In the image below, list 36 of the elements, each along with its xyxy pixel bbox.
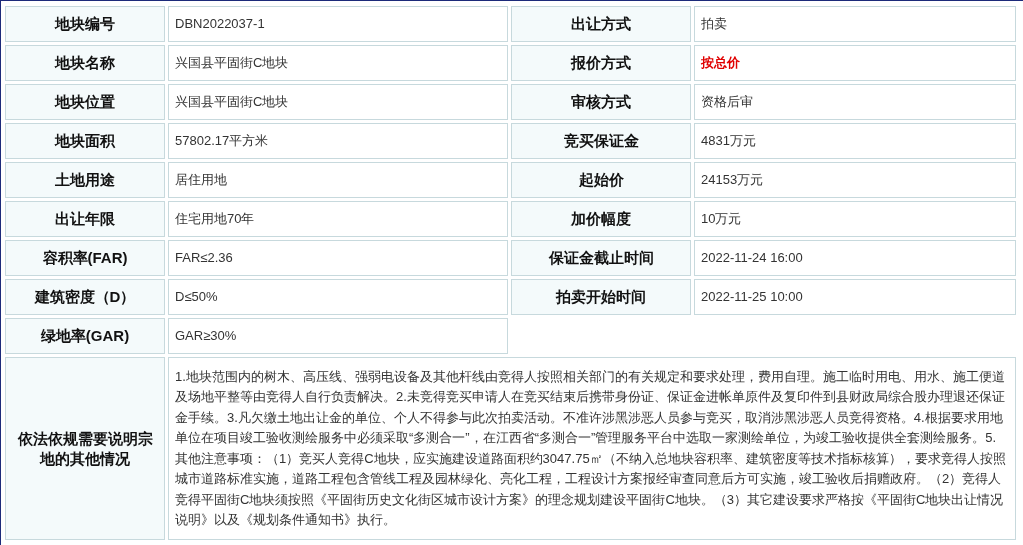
field-value: DBN2022037-1: [168, 6, 508, 42]
field-value: 2022-11-24 16:00: [694, 240, 1016, 276]
field-value: GAR≥30%: [168, 318, 508, 354]
field-label: 起始价: [511, 162, 691, 198]
field-label: 保证金截止时间: [511, 240, 691, 276]
field-value: 57802.17平方米: [168, 123, 508, 159]
field-label: 加价幅度: [511, 201, 691, 237]
field-label: 出让年限: [5, 201, 165, 237]
field-value: 兴国县平固街C地块: [168, 84, 508, 120]
field-value: FAR≤2.36: [168, 240, 508, 276]
field-value: 24153万元: [694, 162, 1016, 198]
field-label: 依法依规需要说明宗地的其他情况: [5, 357, 165, 540]
field-label: 地块面积: [5, 123, 165, 159]
field-label: 审核方式: [511, 84, 691, 120]
field-value: D≤50%: [168, 279, 508, 315]
field-value: 居住用地: [168, 162, 508, 198]
field-value: 拍卖: [694, 6, 1016, 42]
field-label: 地块编号: [5, 6, 165, 42]
field-label: 出让方式: [511, 6, 691, 42]
field-label: 拍卖开始时间: [511, 279, 691, 315]
field-label: 绿地率(GAR): [5, 318, 165, 354]
field-value: 4831万元: [694, 123, 1016, 159]
field-label: 建筑密度（D）: [5, 279, 165, 315]
field-value: 兴国县平固街C地块: [168, 45, 508, 81]
field-label: 报价方式: [511, 45, 691, 81]
field-label: 土地用途: [5, 162, 165, 198]
field-value: 2022-11-25 10:00: [694, 279, 1016, 315]
notes-paragraph: 1.地块范围内的树木、高压线、强弱电设备及其他杆线由竞得人按照相关部门的有关规定和要求处理，费用自理。施工临时用电、用水、施工便道及场地平整等由竞得人自行负责解决。2.未竞得竞买申请人在竞买结束后携带身份证、保证金进帐单原件及复印件到县财政局综合股办理退还保证金手续。3.凡欠缴土地出让金的单位、个人不得参与此次拍卖活动。不准许涉黑涉恶人员参与竞买，取消涉黑涉恶人员竞得资格。4.根据要求用地单位在项目竣工验收测绘服务中必须采取“多测合一”，在江西省“多测合一”管理服务平台中选取一家测绘单位，为竣工验收提供全套测绘服务。5.其他注意事项：（1）竞买人竞得C地块，应实施建设道路面积约3047.75㎡（不纳入总地块容积率、建筑密度等技术指标核算），要求竞得人按照城市道路标准实施，道路工程包含管线工程及园林绿化、亮化工程，工程设计方案报经审查同意后方可实施，竣工验收后捐赠政府。（2）竞得人竞得平固街C地块须按照《平固街历史文化街区城市设计方案》的理念规划建设平固街C地块。（3）其它建设要求严格按《平固街C地块出让情况说明》以及《规划条件通知书》执行。: [168, 357, 1016, 540]
field-value: 资格后审: [694, 84, 1016, 120]
field-label: 容积率(FAR): [5, 240, 165, 276]
field-label: 竞买保证金: [511, 123, 691, 159]
field-value: 10万元: [694, 201, 1016, 237]
field-label: 地块位置: [5, 84, 165, 120]
field-label: 地块名称: [5, 45, 165, 81]
field-value: 住宅用地70年: [168, 201, 508, 237]
field-value: 按总价: [694, 45, 1016, 81]
